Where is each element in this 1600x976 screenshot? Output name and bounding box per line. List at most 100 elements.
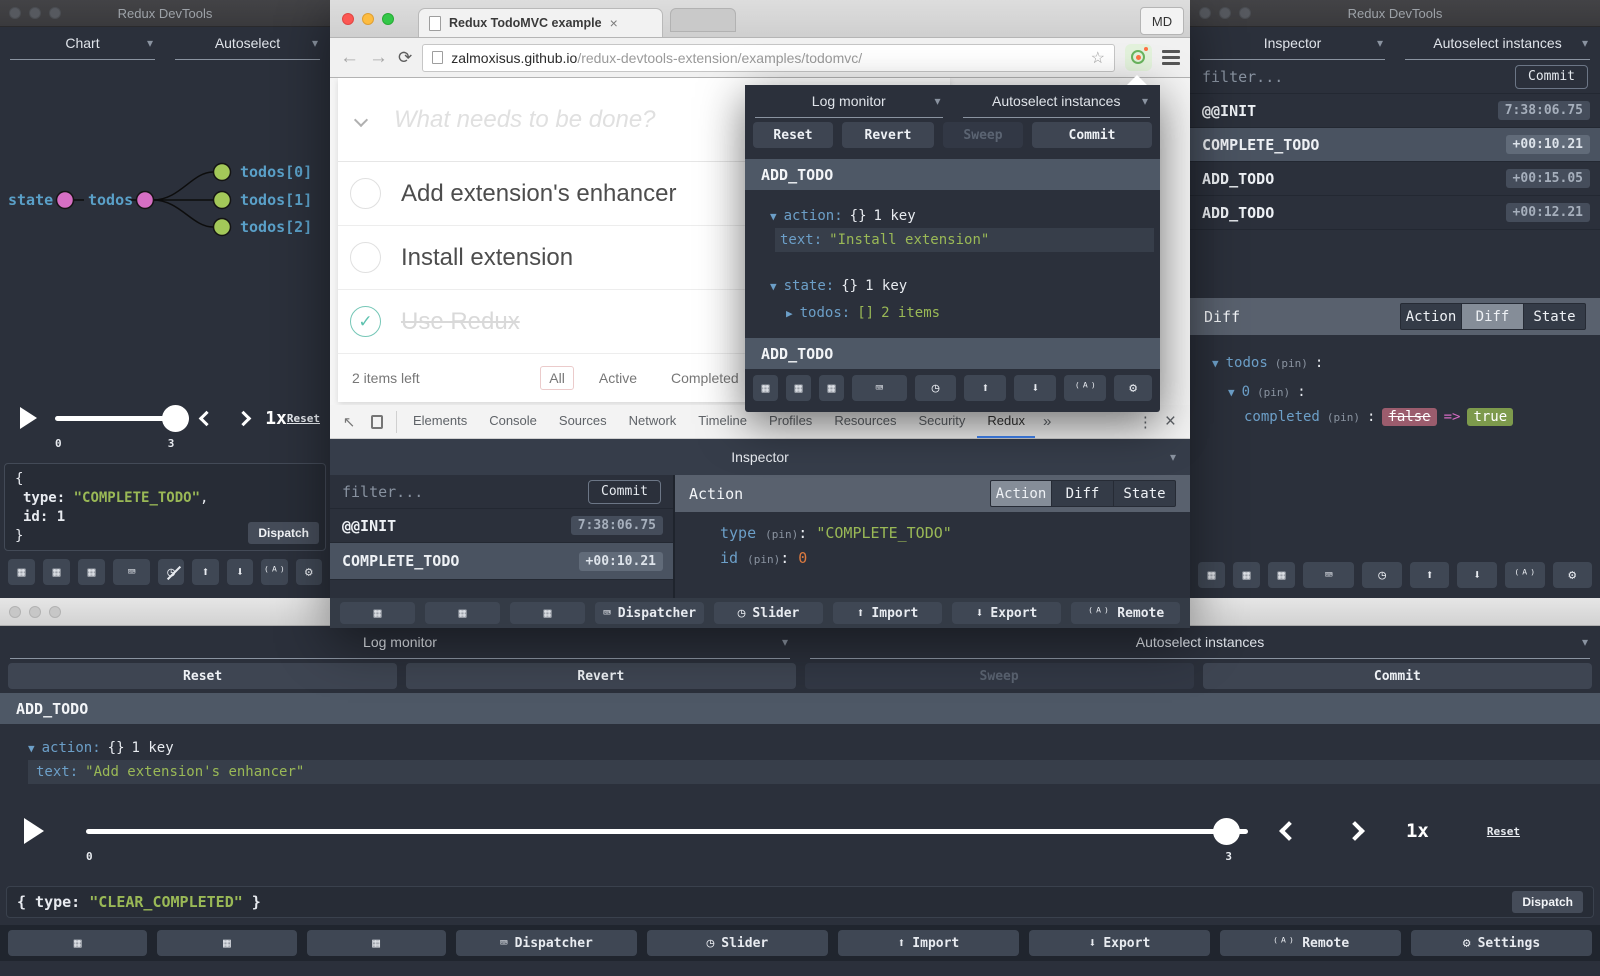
chart-node-state[interactable] [55,190,75,210]
import-button[interactable]: ⬆ [1409,562,1450,588]
commit-button[interactable]: Commit [588,479,661,504]
chart-node-leaf[interactable] [212,190,232,210]
toggle-all-icon[interactable] [353,112,369,127]
action-row[interactable]: @@INIT 7:38:06.75 [330,509,673,543]
export-button[interactable]: ⬇ [1014,375,1057,401]
dispatcher-button[interactable]: ⌨ [113,559,150,585]
tab-console[interactable]: Console [479,405,547,438]
play-button[interactable] [24,818,44,844]
back-icon[interactable]: ← [340,48,359,67]
playback-speed[interactable]: 1x [1406,820,1429,842]
action-row[interactable]: COMPLETE_TODO +00:10.21 [1190,128,1600,162]
slider-button[interactable]: ◷ Slider [646,930,828,956]
slider-handle[interactable] [1212,818,1240,845]
slider-button[interactable]: ◷ [914,375,957,401]
slider-button[interactable]: ◷ [157,559,185,585]
import-button[interactable]: ⬆ [964,375,1007,401]
action-row[interactable]: ADD_TODO +00:15.05 [1190,162,1600,196]
expand-icon[interactable]: ▶ [786,307,793,320]
settings-button[interactable]: ⚙ [1114,375,1152,401]
remote-button[interactable]: ⁽ᴬ⁾ Remote [1071,602,1180,624]
settings-button[interactable]: ⚙ Settings [1410,930,1592,956]
commit-button[interactable]: Commit [1202,663,1592,689]
grid-view-button[interactable]: ▦ [1268,562,1295,588]
grid-view-button[interactable]: ▦ [43,559,70,585]
grid-view-button[interactable]: ▦ [1198,562,1225,588]
close-icon[interactable]: × [610,15,618,31]
tab-state[interactable]: State [1114,480,1176,507]
minimize-window-button[interactable] [1219,7,1231,19]
close-window-button[interactable] [342,12,354,25]
collapse-icon[interactable]: ▼ [1228,386,1235,399]
reset-button[interactable]: Reset [8,663,398,689]
collapse-icon[interactable]: ▼ [28,742,35,755]
export-button[interactable]: ⬇ [226,559,254,585]
filter-active[interactable]: Active [590,366,646,390]
revert-button[interactable]: Revert [406,663,796,689]
zoom-window-button[interactable] [1239,7,1251,19]
sweep-button[interactable]: Sweep [943,122,1023,148]
slider-button[interactable]: ◷ Slider [714,602,823,624]
instance-select[interactable]: Autoselect instances ▾ [810,626,1590,659]
minimize-window-button[interactable] [29,605,41,618]
commit-button[interactable]: Commit [1515,64,1588,89]
tab-diff[interactable]: Diff [1462,303,1524,330]
grid-view-button[interactable]: ▦ [306,930,446,956]
settings-button[interactable]: ⚙ [295,559,322,585]
tree-row-todos[interactable]: ▶ todos: [] 2 items [745,301,1160,325]
minimize-window-button[interactable] [362,12,374,25]
import-button[interactable]: ⬆ [192,559,219,585]
grid-view-button[interactable]: ▦ [819,375,844,401]
log-entry-header[interactable]: ADD_TODO [745,159,1160,190]
zoom-window-button[interactable] [49,7,61,19]
playback-speed[interactable]: 1x [265,408,287,429]
tab-diff[interactable]: Diff [1052,480,1114,507]
zoom-window-button[interactable] [382,12,394,25]
todo-checkbox[interactable] [350,178,381,209]
filter-completed[interactable]: Completed [662,366,748,390]
tree-row-text[interactable]: text: "Add extension's enhancer" [28,760,1600,784]
filter-input[interactable]: filter... [342,483,423,501]
close-devtools-icon[interactable]: × [1165,411,1176,433]
tab-action[interactable]: Action [1400,303,1462,330]
remote-button[interactable]: ⁽ᴬ⁾ [1504,562,1545,588]
forward-icon[interactable]: → [369,48,388,67]
dispatcher-button[interactable]: ⌨ Dispatcher [595,602,704,624]
bookmark-star-icon[interactable]: ☆ [1091,48,1105,68]
instance-select[interactable]: Autoselect instances ▾ [962,85,1150,118]
import-button[interactable]: ⬆ Import [833,602,942,624]
menu-icon[interactable] [1162,50,1180,65]
timeline-slider[interactable]: 0 3 [86,816,1248,863]
revert-button[interactable]: Revert [842,122,934,148]
step-forward-icon[interactable] [235,410,252,426]
todo-checkbox-checked[interactable]: ✓ [350,306,381,337]
tab-elements[interactable]: Elements [403,405,477,438]
browser-tab[interactable]: Redux TodoMVC example × [418,8,663,37]
import-button[interactable]: ⬆ Import [837,930,1019,956]
dispatch-command-box[interactable]: { type: "COMPLETE_TODO", id: 1 } Dispatc… [4,463,326,551]
grid-view-button[interactable]: ▦ [340,602,415,624]
remote-button[interactable]: ⁽ᴬ⁾ [1064,375,1107,401]
close-window-button[interactable] [9,605,21,618]
tree-row-text[interactable]: text: "Install extension" [775,228,1154,252]
kebab-menu-icon[interactable]: ⋮ [1138,413,1153,431]
remote-button[interactable]: ⁽ᴬ⁾ Remote [1219,930,1401,956]
monitor-select[interactable]: Chart ▾ [10,27,155,60]
dispatcher-button[interactable]: ⌨ [852,375,907,401]
monitor-select[interactable]: Log monitor ▾ [10,626,790,659]
devtools-monitor-select[interactable]: Inspector ▾ [330,439,1190,475]
chart-node-todos[interactable] [135,190,155,210]
step-forward-icon[interactable] [1345,821,1365,841]
grid-view-button[interactable]: ▦ [157,930,297,956]
inspect-element-icon[interactable]: ↖ [336,409,362,435]
export-button[interactable]: ⬇ [1457,562,1497,588]
tree-row-todos[interactable]: ▼ todos (pin): [1212,351,1600,375]
grid-view-button[interactable]: ▦ [8,930,148,956]
log-entry-header[interactable]: ADD_TODO [0,693,1600,724]
tree-row-index[interactable]: ▼ 0 (pin): [1212,380,1600,404]
chart-node-leaf[interactable] [212,217,232,237]
tab-state[interactable]: State [1524,303,1586,330]
reset-link[interactable]: Reset [287,412,320,425]
monitor-select[interactable]: Inspector ▾ [1200,27,1385,60]
slider-handle[interactable] [162,405,190,432]
